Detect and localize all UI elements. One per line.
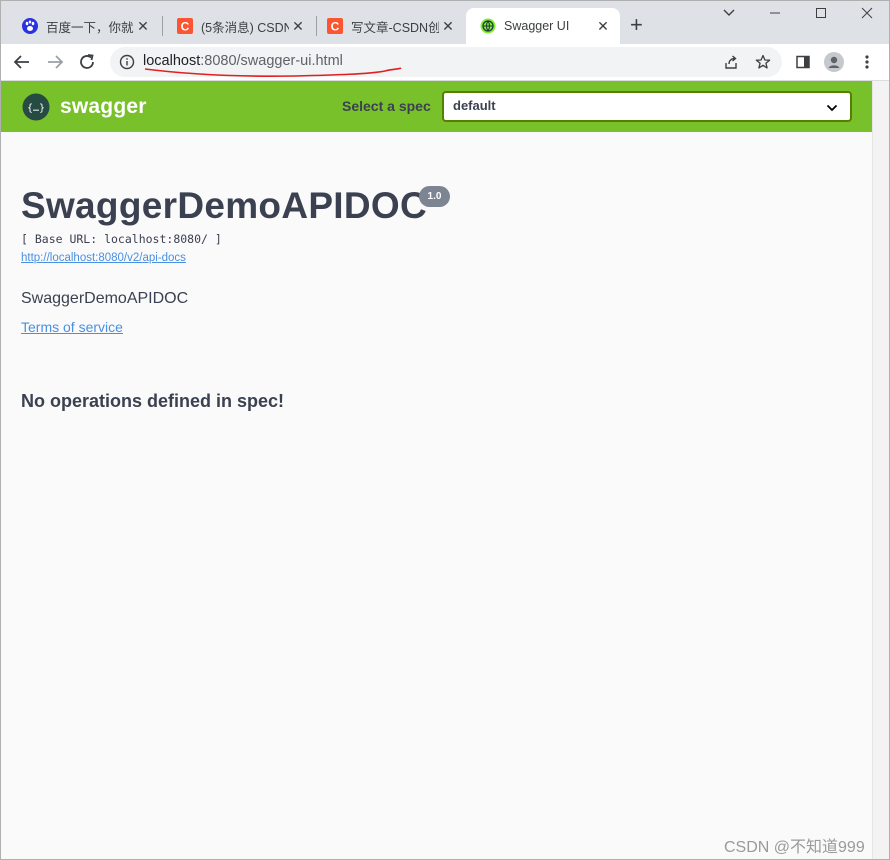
csdn-c-icon: C	[327, 18, 343, 34]
close-tab-icon[interactable]: ✕	[594, 18, 612, 35]
tab-csdn-messages[interactable]: C (5条消息) CSDN ✕	[163, 8, 315, 44]
reload-icon[interactable]	[75, 50, 99, 74]
tab-title: (5条消息) CSDN	[201, 20, 289, 35]
api-docs-link[interactable]: http://localhost:8080/v2/api-docs	[21, 252, 186, 264]
terms-of-service-link[interactable]: Terms of service	[21, 319, 123, 335]
baidu-paw-icon	[22, 18, 38, 34]
swagger-topbar: {…} swagger Select a spec default	[0, 81, 872, 132]
tab-csdn-write[interactable]: C 写文章-CSDN创 ✕	[313, 8, 465, 44]
swagger-logo-icon: {…}	[22, 93, 50, 121]
minimize-icon[interactable]	[763, 4, 787, 26]
tab-strip: 百度一下，你就 ✕ C (5条消息) CSDN ✕ C 写文章-CSDN创 ✕ …	[0, 0, 890, 44]
svg-text:{…}: {…}	[27, 103, 45, 114]
tab-search-chevron-icon[interactable]	[717, 4, 741, 26]
close-tab-icon[interactable]: ✕	[134, 18, 152, 35]
browser-toolbar: localhost:8080/swagger-ui.html	[0, 44, 890, 81]
red-underline-annotation	[145, 67, 402, 77]
back-icon[interactable]	[10, 50, 34, 74]
no-operations-message: No operations defined in spec!	[21, 391, 285, 411]
tab-title: 百度一下，你就	[46, 20, 134, 35]
close-tab-icon[interactable]: ✕	[289, 18, 307, 35]
svg-text:C: C	[181, 20, 190, 34]
tab-title: 写文章-CSDN创	[351, 20, 439, 35]
swagger-globe-icon	[480, 18, 496, 34]
swagger-logo[interactable]: {…} swagger	[22, 93, 147, 121]
swagger-logo-text: swagger	[60, 95, 147, 118]
base-url: [ Base URL: localhost:8080/ ]	[21, 232, 222, 246]
maximize-icon[interactable]	[809, 4, 833, 26]
csdn-c-icon: C	[177, 18, 193, 34]
kebab-menu-icon[interactable]	[857, 52, 877, 72]
site-info-icon[interactable]	[119, 54, 135, 75]
version-badge: 1.0	[419, 186, 450, 207]
spec-select[interactable]: default	[442, 91, 852, 122]
api-description: SwaggerDemoAPIDOC	[21, 290, 189, 307]
tab-baidu[interactable]: 百度一下，你就 ✕	[8, 8, 160, 44]
bookmark-star-icon[interactable]	[753, 52, 773, 72]
select-spec-label: Select a spec	[342, 98, 431, 114]
spec-select-value: default	[453, 98, 496, 113]
close-tab-icon[interactable]: ✕	[439, 18, 457, 35]
page-scrollbar[interactable]	[872, 81, 890, 860]
new-tab-button[interactable]: +	[630, 12, 643, 38]
tab-swagger-ui[interactable]: Swagger UI ✕	[466, 8, 620, 44]
profile-avatar-icon[interactable]	[824, 52, 844, 72]
side-panel-icon[interactable]	[793, 52, 813, 72]
api-title: SwaggerDemoAPIDOC	[21, 185, 428, 226]
share-icon[interactable]	[721, 52, 741, 72]
forward-icon[interactable]	[43, 50, 67, 74]
tab-title: Swagger UI	[504, 19, 570, 33]
svg-text:C: C	[331, 20, 340, 34]
chevron-down-icon	[826, 100, 838, 118]
watermark: CSDN @不知道999	[724, 839, 865, 856]
close-window-icon[interactable]	[855, 4, 879, 26]
